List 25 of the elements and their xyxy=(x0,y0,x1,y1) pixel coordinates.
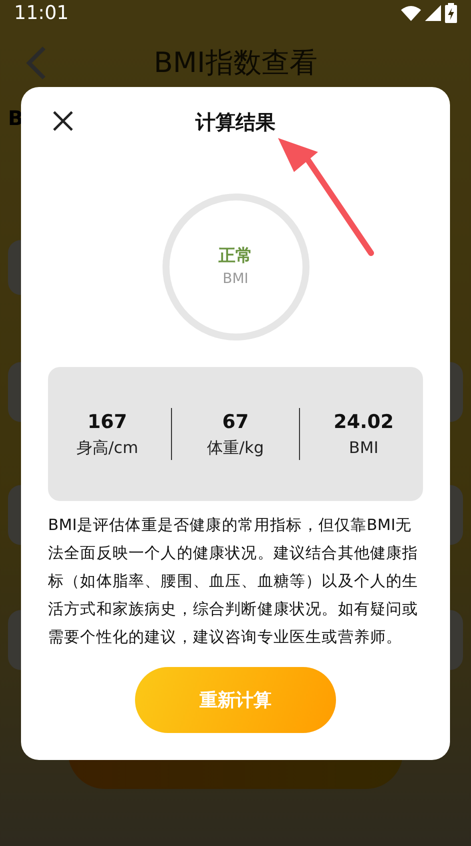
description-text: BMI是评估体重是否健康的常用指标，但仅靠BMI无法全面反映一个人的健康状况。建议结合其他健康指标（如体脂率、腰围、血压、血糖等）以及个人的生活方式和家族病史，综合判断健康状况。如有疑问或需要个性化的建议，建议咨询专业医生或营养师。 xyxy=(48,515,420,648)
wifi-icon xyxy=(401,5,421,21)
input-field[interactable] xyxy=(8,485,21,545)
input-field[interactable] xyxy=(450,485,463,545)
section-heading: B xyxy=(8,108,24,128)
stat-value: 167 xyxy=(87,410,128,435)
battery-icon xyxy=(445,3,457,23)
stat-label: 身高/cm xyxy=(76,437,138,460)
input-field[interactable] xyxy=(8,362,21,422)
stat-value: 67 xyxy=(222,410,249,435)
stat-label: 体重/kg xyxy=(207,437,264,460)
stat-label: BMI xyxy=(348,437,378,460)
stat-value: 24.02 xyxy=(334,410,394,435)
dialog-title: 计算结果 xyxy=(196,109,276,136)
close-button[interactable] xyxy=(52,108,74,132)
input-field[interactable] xyxy=(8,610,21,670)
recalculate-button[interactable]: 重新计算 xyxy=(135,667,336,733)
input-field[interactable] xyxy=(450,610,463,670)
input-field[interactable] xyxy=(450,362,463,422)
status-text: 正常 xyxy=(218,244,252,268)
clock: 11:01 xyxy=(14,0,69,26)
back-icon[interactable] xyxy=(26,46,46,80)
signal-icon xyxy=(425,5,441,21)
input-field[interactable] xyxy=(8,240,21,295)
unit-label: BMI xyxy=(222,270,248,290)
